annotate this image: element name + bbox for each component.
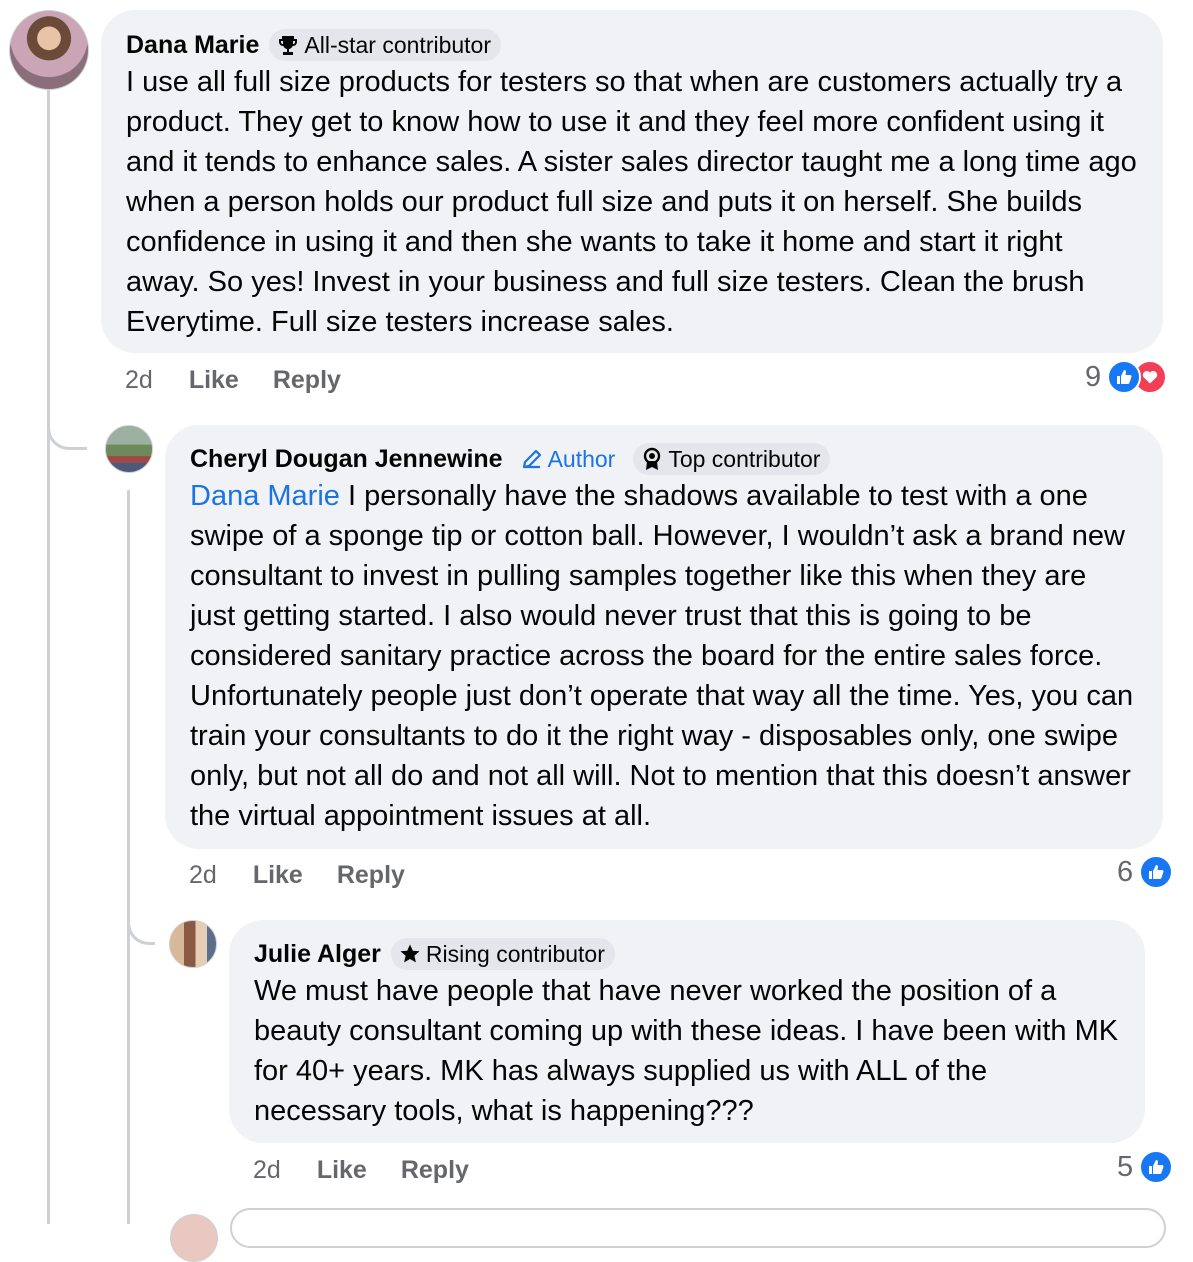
reply-button[interactable]: Reply — [401, 1156, 469, 1185]
reaction-count: 9 — [1085, 360, 1102, 393]
comment-timestamp[interactable]: 2d — [125, 366, 153, 395]
comment-timestamp[interactable]: 2d — [189, 861, 217, 890]
comment-bubble: Julie Alger Rising contributor We must h… — [229, 920, 1145, 1143]
contributor-badge[interactable]: All-star contributor — [269, 29, 502, 61]
reply-button[interactable]: Reply — [337, 861, 405, 890]
contributor-badge[interactable]: Rising contributor — [390, 938, 615, 970]
comment-text: We must have people that have never work… — [254, 975, 1119, 1127]
pencil-icon — [521, 448, 543, 470]
comment-text: Dana Marie I personally have the shadows… — [190, 476, 1139, 836]
comment-actions: 2d Like Reply — [189, 855, 439, 895]
like-icon — [1107, 360, 1142, 394]
comment-text: I use all full size products for testers… — [126, 66, 1137, 338]
author-tag-label: Author — [547, 445, 616, 472]
comment-bubble: Cheryl Dougan Jennewine Author Top contr… — [165, 425, 1163, 849]
comment-author-name[interactable]: Cheryl Dougan Jennewine — [190, 445, 503, 474]
badge-label: Top contributor — [668, 445, 821, 472]
mention-link[interactable]: Dana Marie — [190, 480, 340, 512]
thread-line-reply-1 — [127, 490, 130, 1224]
avatar[interactable] — [9, 10, 89, 90]
avatar[interactable] — [105, 425, 153, 473]
reaction-count: 6 — [1117, 855, 1134, 888]
comment-actions: 2d Like Reply — [125, 360, 375, 400]
comment-author-name[interactable]: Dana Marie — [126, 31, 259, 60]
like-button[interactable]: Like — [189, 366, 239, 395]
reactions-summary[interactable]: 9 — [1085, 357, 1168, 397]
reaction-count: 5 — [1117, 1150, 1134, 1183]
comment-actions: 2d Like Reply — [253, 1150, 503, 1190]
comment-author-name[interactable]: Julie Alger — [254, 940, 381, 969]
reply-button[interactable]: Reply — [273, 366, 341, 395]
trophy-icon — [277, 34, 299, 56]
badge-label: Rising contributor — [425, 940, 605, 967]
author-tag[interactable]: Author — [513, 443, 624, 475]
like-icon — [1139, 855, 1174, 889]
comment-body: I personally have the shadows available … — [190, 480, 1134, 832]
thread-branch-reply-2 — [127, 895, 155, 945]
contributor-badge[interactable]: Top contributor — [633, 443, 831, 475]
avatar[interactable] — [170, 1214, 218, 1262]
avatar[interactable] — [169, 920, 217, 968]
reactions-summary[interactable]: 6 — [1117, 852, 1174, 892]
star-icon — [399, 943, 421, 965]
badge-label: All-star contributor — [304, 31, 492, 58]
like-button[interactable]: Like — [253, 861, 303, 890]
reactions-summary[interactable]: 5 — [1117, 1147, 1174, 1187]
comment-bubble: Dana Marie All-star contributor I use al… — [101, 10, 1163, 353]
thread-line-main — [47, 90, 50, 1224]
award-ribbon-icon — [641, 447, 663, 471]
comment-timestamp[interactable]: 2d — [253, 1156, 281, 1185]
like-icon — [1139, 1150, 1174, 1184]
like-button[interactable]: Like — [317, 1156, 367, 1185]
reply-input-box[interactable] — [230, 1208, 1166, 1248]
thread-branch-reply-1 — [47, 400, 87, 450]
